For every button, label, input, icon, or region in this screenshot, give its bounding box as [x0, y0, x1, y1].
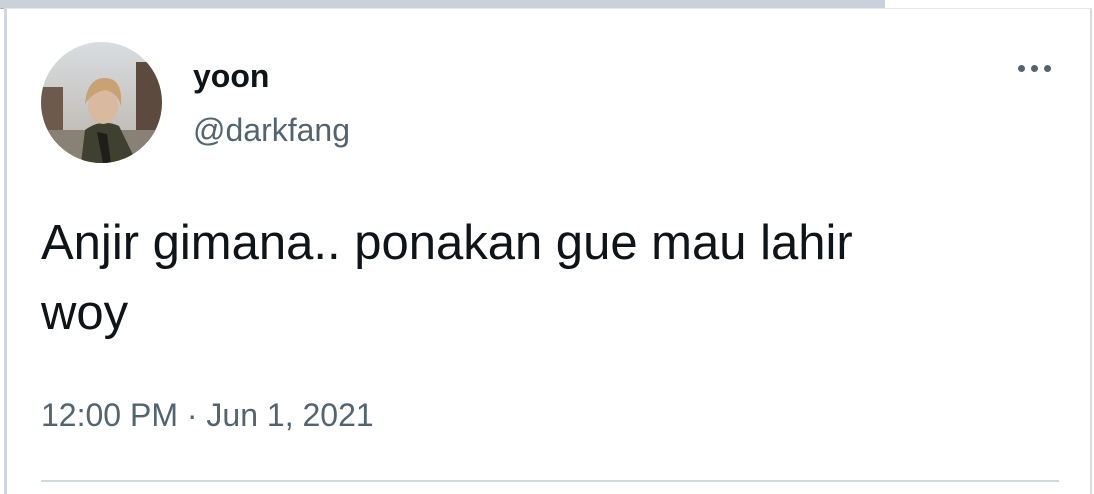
- avatar-photo: [41, 42, 162, 163]
- tweet-timestamp[interactable]: 12:00 PM · Jun 1, 2021: [41, 395, 374, 435]
- more-horizontal-icon: [1017, 64, 1025, 72]
- more-dot: [1043, 64, 1051, 72]
- more-dot: [1030, 64, 1038, 72]
- divider: [41, 480, 1059, 482]
- avatar[interactable]: [41, 42, 162, 163]
- more-options-button[interactable]: [1008, 52, 1060, 84]
- display-name[interactable]: yoon: [193, 58, 269, 94]
- tweet-text: Anjir gimana.. ponakan gue mau lahir woy: [41, 216, 853, 340]
- user-handle[interactable]: @darkfang: [193, 112, 350, 148]
